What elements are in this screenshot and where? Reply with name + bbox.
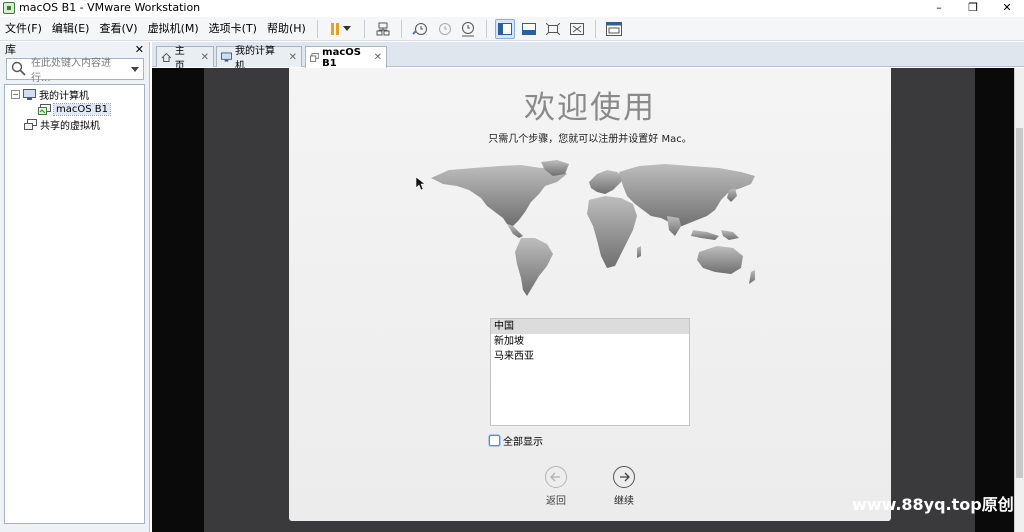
scrollbar-thumb[interactable] <box>1016 128 1023 478</box>
mouse-cursor-icon <box>416 177 426 191</box>
unity-button[interactable] <box>567 19 587 39</box>
unity-icon <box>569 22 584 35</box>
library-search[interactable]: 在此处键入内容进行... <box>6 58 144 84</box>
country-item[interactable]: 马来西亚 <box>491 349 689 364</box>
computer-icon <box>221 51 232 62</box>
thumbnail-bar-button[interactable] <box>519 19 539 39</box>
country-item-selected[interactable]: 中国 <box>491 319 689 334</box>
pause-icon-bar <box>336 22 340 35</box>
search-icon <box>11 61 26 76</box>
tree-item-shared-vms[interactable]: 共享的虚拟机 <box>24 117 100 132</box>
continue-button[interactable]: 继续 <box>604 466 644 507</box>
snapshot-icon <box>412 22 427 35</box>
tab-close-icon[interactable]: ✕ <box>289 52 297 63</box>
computer-icon <box>23 88 36 100</box>
search-input[interactable]: 在此处键入内容进行... <box>31 54 128 84</box>
menu-toolbar: 文件(F) 编辑(E) 查看(V) 虚拟机(M) 选项卡(T) 帮助(H) <box>0 17 1024 41</box>
shared-vm-icon <box>24 118 37 130</box>
thumbnail-view-icon <box>521 22 536 35</box>
tab-close-icon[interactable]: ✕ <box>201 52 209 63</box>
toolbar-separator <box>363 19 365 38</box>
tree-item-vm[interactable]: macOS B1 <box>38 102 111 116</box>
send-ctrl-alt-del-button[interactable] <box>373 19 393 39</box>
back-arrow-icon <box>545 466 567 488</box>
library-title: 库 <box>5 43 16 56</box>
revert-snapshot-button[interactable] <box>434 19 454 39</box>
tree-item-label: macOS B1 <box>53 102 111 116</box>
world-map-image <box>431 160 755 296</box>
tree-item-label: 共享的虚拟机 <box>40 120 100 132</box>
vmware-app-icon <box>3 2 15 14</box>
back-button[interactable]: 返回 <box>536 466 576 507</box>
tab-home[interactable]: 主页 ✕ <box>156 46 214 72</box>
close-button[interactable]: ✕ <box>990 0 1024 16</box>
country-list[interactable]: 中国 新加坡 马来西亚 <box>490 318 690 426</box>
console-view-button[interactable] <box>604 19 624 39</box>
menu-vm[interactable]: 虚拟机(M) <box>143 18 204 40</box>
setup-assistant-window: 欢迎使用 只需几个步骤，您就可以注册并设置好 Mac。 中国 新加坡 马来西亚 … <box>289 68 891 521</box>
menu-view[interactable]: 查看(V) <box>94 18 142 40</box>
continue-label: 继续 <box>614 496 634 507</box>
show-all-label: 全部显示 <box>503 437 543 448</box>
vm-icon <box>38 103 51 115</box>
welcome-title: 欢迎使用 <box>524 90 656 126</box>
show-library-button[interactable] <box>494 18 515 39</box>
pause-icon <box>331 22 335 35</box>
pause-button[interactable] <box>326 19 356 39</box>
chevron-down-icon <box>343 26 352 31</box>
full-screen-button[interactable] <box>543 19 563 39</box>
vm-icon <box>310 53 320 62</box>
chevron-down-icon[interactable] <box>131 66 139 72</box>
snapshot-button[interactable] <box>410 19 430 39</box>
forward-arrow-icon <box>613 466 635 488</box>
toolbar-separator <box>594 19 596 38</box>
maximize-button[interactable]: ❐ <box>956 0 990 16</box>
toolbar-separator <box>316 19 318 38</box>
vertical-scrollbar[interactable] <box>1014 68 1024 532</box>
home-icon <box>161 52 172 62</box>
country-item[interactable]: 新加坡 <box>491 334 689 349</box>
toolbar-separator <box>485 19 487 38</box>
menu-edit[interactable]: 编辑(E) <box>47 18 95 40</box>
watermark: www.88yq.top原创 <box>852 495 1014 514</box>
tree-item-my-computer[interactable]: − 我的计算机 <box>11 87 89 102</box>
welcome-subtitle: 只需几个步骤，您就可以注册并设置好 Mac。 <box>488 134 692 145</box>
fullscreen-icon <box>545 22 560 35</box>
show-all-checkbox[interactable] <box>489 435 500 446</box>
tree-item-label: 我的计算机 <box>39 90 89 102</box>
network-icon <box>376 22 390 35</box>
library-tree: − 我的计算机 macOS B1 共享的虚拟机 <box>4 84 145 524</box>
title-bar: macOS B1 - VMware Workstation – ❐ ✕ <box>0 0 1024 16</box>
tab-close-icon[interactable]: ✕ <box>374 52 382 63</box>
menu-help[interactable]: 帮助(H) <box>262 18 311 40</box>
show-all-option[interactable]: 全部显示 <box>489 433 543 448</box>
snapshot-manager-button[interactable] <box>458 19 478 39</box>
window-title: macOS B1 - VMware Workstation <box>19 1 201 14</box>
tab-label: macOS B1 <box>322 46 361 69</box>
tab-my-computer[interactable]: 我的计算机 ✕ <box>216 46 302 72</box>
library-close-button[interactable]: ✕ <box>135 43 144 56</box>
window-controls: – ❐ ✕ <box>922 0 1024 16</box>
library-view-icon <box>497 22 512 35</box>
menu-file[interactable]: 文件(F) <box>0 18 47 40</box>
toolbar-separator <box>400 19 402 38</box>
tab-macos-b1[interactable]: macOS B1 ✕ <box>305 46 387 69</box>
tab-strip: 主页 ✕ 我的计算机 ✕ macOS B1 ✕ <box>152 42 1024 72</box>
revert-snapshot-icon <box>438 22 451 35</box>
console-view-icon <box>605 21 622 36</box>
library-panel: 库 ✕ 在此处键入内容进行... − 我的计算机 macOS B1 共享的虚拟机 <box>0 42 150 532</box>
minimize-button[interactable]: – <box>922 0 956 16</box>
menu-tabs[interactable]: 选项卡(T) <box>204 18 262 40</box>
snapshot-manager-icon <box>461 21 474 36</box>
back-label: 返回 <box>546 496 566 507</box>
collapse-icon[interactable]: − <box>11 89 20 99</box>
